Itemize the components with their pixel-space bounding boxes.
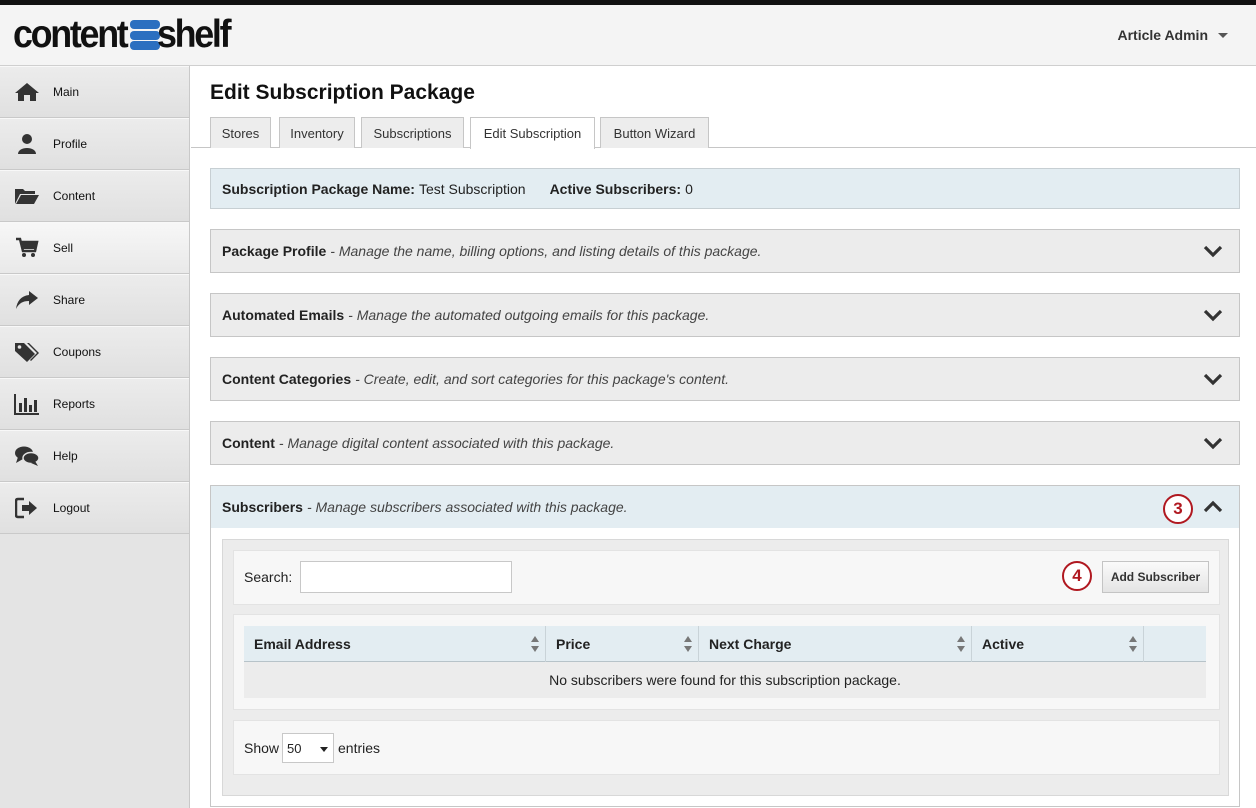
sidebar-item-label: Share — [53, 293, 86, 307]
sidebar-item-label: Coupons — [53, 345, 102, 359]
panel-description: - Manage digital content associated with… — [278, 435, 615, 451]
sidebar-item-label: Profile — [53, 137, 88, 151]
table-empty-row: No subscribers were found for this subsc… — [244, 662, 1206, 698]
chat-icon — [14, 445, 40, 467]
cart-icon — [14, 237, 40, 259]
user-name: Article Admin — [1117, 27, 1209, 43]
panel-title: Automated Emails — [222, 307, 345, 323]
sidebar-item-content[interactable]: Content — [0, 170, 189, 222]
tab-subscriptions[interactable]: Subscriptions — [361, 117, 464, 148]
panel-package-profile[interactable]: Package Profile - Manage the name, billi… — [210, 229, 1240, 273]
package-name-label: Subscription Package Name: — [222, 180, 415, 197]
column-header-label: Email Address — [254, 636, 351, 652]
folder-icon — [14, 185, 40, 207]
sidebar-item-label: Logout — [53, 501, 90, 515]
chevron-down-icon — [1203, 245, 1223, 258]
sidebar-item-help[interactable]: Help — [0, 430, 189, 482]
page-length-row: Show 50 entries — [233, 720, 1220, 775]
sidebar-item-label: Content — [53, 189, 96, 203]
subscribers-panel-body: Search: 4 Add Subscriber Email Address P… — [210, 528, 1240, 807]
logo-word-content: content — [13, 13, 129, 56]
tab-inventory[interactable]: Inventory — [279, 117, 355, 148]
sidebar-item-share[interactable]: Share — [0, 274, 189, 326]
sort-icon — [684, 636, 692, 652]
sidebar-item-label: Help — [53, 449, 78, 463]
panel-content[interactable]: Content - Manage digital content associa… — [210, 421, 1240, 465]
table-header: Email Address Price Next Charge Active — [244, 626, 1206, 662]
chevron-down-icon — [1218, 32, 1228, 38]
search-label: Search: — [244, 569, 293, 585]
subscribers-table: Email Address Price Next Charge Active N… — [233, 614, 1220, 710]
sidebar-item-reports[interactable]: Reports — [0, 378, 189, 430]
sidebar-item-main[interactable]: Main — [0, 66, 189, 118]
panel-title: Content Categories — [222, 371, 352, 387]
search-input[interactable] — [300, 561, 512, 593]
column-header-label: Price — [556, 636, 591, 652]
sidebar-item-coupons[interactable]: Coupons — [0, 326, 189, 378]
entries-label: entries — [338, 740, 381, 756]
sidebar-item-label: Main — [53, 85, 80, 99]
sort-icon — [957, 636, 965, 652]
chevron-down-icon — [320, 747, 328, 752]
user-menu[interactable]: Article Admin — [1117, 27, 1228, 43]
chevron-down-icon — [1203, 437, 1223, 450]
logout-icon — [14, 497, 40, 519]
sort-icon — [531, 636, 539, 652]
panel-title: Package Profile — [222, 243, 327, 259]
top-bar: content shelf Article Admin — [0, 0, 1256, 66]
chevron-up-icon — [1203, 500, 1223, 513]
tab-bar: Stores Inventory Subscriptions Edit Subs… — [191, 117, 1256, 149]
panel-description: - Manage subscribers associated with thi… — [306, 499, 628, 515]
panel-content-categories[interactable]: Content Categories - Create, edit, and s… — [210, 357, 1240, 401]
step-badge: 3 — [1163, 494, 1193, 524]
column-header-label: Active — [982, 636, 1025, 652]
page-length-select[interactable]: 50 — [282, 733, 334, 763]
panel-description: - Manage the automated outgoing emails f… — [348, 307, 710, 323]
sidebar-item-sell[interactable]: Sell — [0, 222, 189, 274]
home-icon — [14, 81, 40, 103]
panel-description: - Create, edit, and sort categories for … — [355, 371, 729, 387]
step-badge: 4 — [1062, 561, 1092, 591]
sidebar-item-logout[interactable]: Logout — [0, 482, 189, 534]
panel-title: Subscribers — [222, 499, 303, 515]
share-icon — [14, 289, 40, 311]
sidebar-item-label: Sell — [53, 241, 74, 255]
sort-icon — [1129, 636, 1137, 652]
column-header-price[interactable]: Price — [546, 626, 699, 662]
sidebar-item-profile[interactable]: Profile — [0, 118, 189, 170]
column-header-label: Next Charge — [709, 636, 792, 652]
column-header-email[interactable]: Email Address — [244, 626, 546, 662]
show-label: Show — [244, 740, 280, 756]
sidebar: Main Profile Content Sell Share Coupons — [0, 66, 190, 808]
tab-edit-subscription[interactable]: Edit Subscription — [470, 117, 595, 149]
user-icon — [14, 133, 40, 155]
page-title: Edit Subscription Package — [210, 81, 475, 104]
panel-subscribers[interactable]: Subscribers - Manage subscribers associa… — [210, 485, 1240, 529]
package-info-bar: Subscription Package Name: Test Subscrip… — [210, 168, 1240, 209]
logo-bars-icon — [130, 20, 161, 50]
tab-stores[interactable]: Stores — [210, 117, 271, 148]
package-name-value: Test Subscription — [418, 180, 526, 197]
sidebar-item-label: Reports — [53, 397, 96, 411]
bar-chart-icon — [14, 393, 40, 415]
main-content: Edit Subscription Package Stores Invento… — [191, 66, 1256, 808]
add-subscriber-button[interactable]: Add Subscriber — [1102, 561, 1209, 593]
search-row: Search: 4 Add Subscriber — [233, 550, 1220, 605]
column-header-actions — [1144, 626, 1206, 662]
active-subscribers-value: 0 — [685, 180, 693, 197]
active-subscribers-label: Active Subscribers: — [549, 180, 682, 197]
subscribers-table-container: Search: 4 Add Subscriber Email Address P… — [222, 539, 1229, 796]
tab-button-wizard[interactable]: Button Wizard — [600, 117, 709, 148]
panel-automated-emails[interactable]: Automated Emails - Manage the automated … — [210, 293, 1240, 337]
logo-word-shelf: shelf — [157, 13, 232, 56]
panel-title: Content — [222, 435, 275, 451]
chevron-down-icon — [1203, 373, 1223, 386]
column-header-active[interactable]: Active — [972, 626, 1144, 662]
panel-description: - Manage the name, billing options, and … — [330, 243, 762, 259]
contentshelf-logo[interactable]: content shelf — [13, 13, 236, 56]
tags-icon — [14, 341, 40, 363]
chevron-down-icon — [1203, 309, 1223, 322]
column-header-next-charge[interactable]: Next Charge — [699, 626, 972, 662]
page-length-value: 50 — [287, 740, 302, 756]
